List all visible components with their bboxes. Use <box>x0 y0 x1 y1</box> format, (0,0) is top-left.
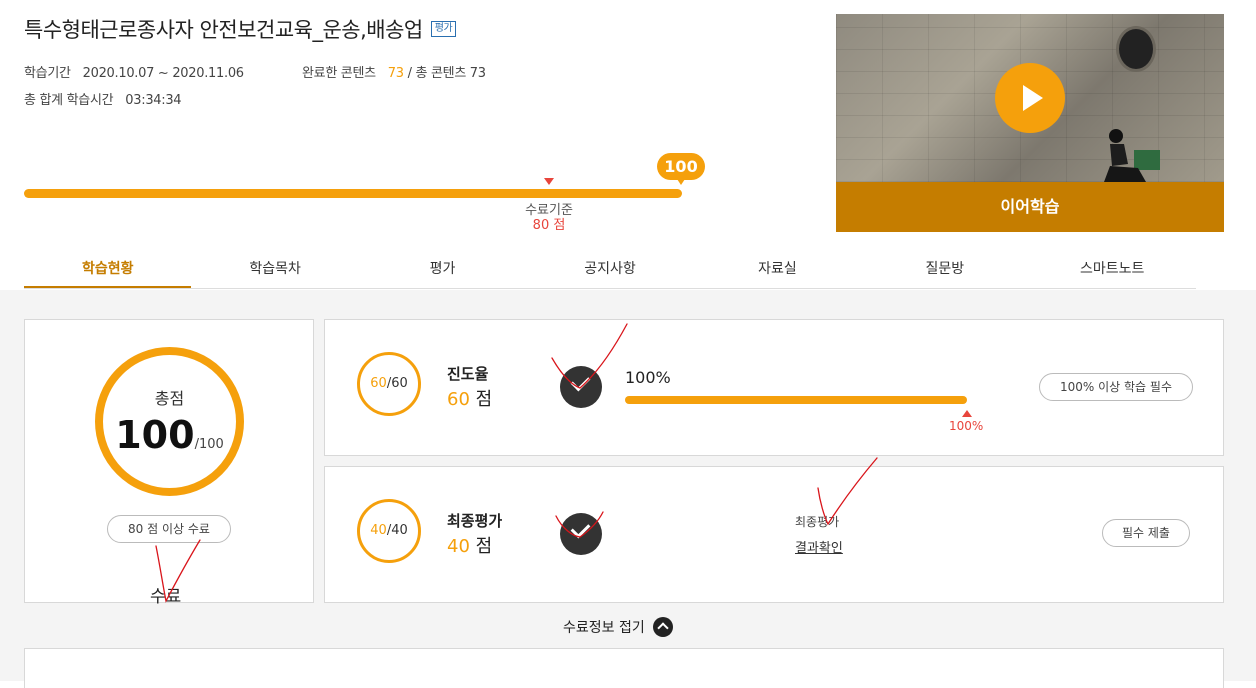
tab-study-status[interactable]: 학습현황 <box>24 250 192 288</box>
final-score-got: 40 <box>370 523 387 538</box>
total-score-max: /100 <box>194 437 224 452</box>
total-score-label: 총점 <box>154 389 185 408</box>
progress-rate-score: 60 점 <box>447 385 492 411</box>
tab-resources[interactable]: 자료실 <box>694 250 861 288</box>
course-tag-badge: 평가 <box>430 21 457 37</box>
progress-bubble-tail <box>677 179 685 185</box>
criteria-label: 수료기준 80 점 <box>510 203 588 233</box>
progress-rate-title: 진도율 <box>447 365 489 383</box>
completion-requirement-badge: 80 점 이상 수료 <box>107 515 231 543</box>
completion-status: 수료 <box>150 587 182 607</box>
study-period-label: 학습기간 <box>24 66 71 81</box>
chevron-up-icon[interactable] <box>652 617 673 637</box>
tab-table-of-contents[interactable]: 학습목차 <box>191 250 358 288</box>
final-evaluation-card: 40/40 최종평가 40 점 최종평가 결과확인 필수 제출 <box>324 466 1224 603</box>
final-score-max: /40 <box>386 523 408 538</box>
course-tabs: 학습현황 학습목차 평가 공지사항 자료실 질문방 스마트노트 <box>24 250 1196 289</box>
progress-percent-label: 100% <box>625 368 671 387</box>
progress-score-max: /60 <box>386 376 408 391</box>
view-result-link[interactable]: 결과확인 <box>795 537 843 556</box>
total-score-box: 총점 100/100 80 점 이상 수료 수료 <box>24 319 314 607</box>
completed-label: 완료한 콘텐츠 <box>302 66 376 81</box>
completion-info-panel <box>24 648 1224 688</box>
submission-required-badge: 필수 제출 <box>1102 519 1190 547</box>
delivery-rider-icon <box>1104 129 1160 182</box>
final-evaluation-title: 최종평가 <box>447 512 503 530</box>
total-score-ring: 총점 100/100 <box>95 347 244 496</box>
progress-score-got: 60 <box>370 376 387 391</box>
course-header: 특수형태근로종사자 안전보건교육_운송,배송업 평가 학습기간 2020.10.0… <box>0 0 1256 290</box>
criteria-label-text: 수료기준 <box>525 203 573 218</box>
course-title-text: 특수형태근로종사자 안전보건교육_운송,배송업 <box>24 18 423 42</box>
study-time-value: 03:34:34 <box>125 93 182 108</box>
total-score-value: 100 <box>115 413 195 457</box>
tab-smart-note[interactable]: 스마트노트 <box>1029 250 1196 288</box>
collapse-completion-info[interactable]: 수료정보 접기 <box>563 617 673 637</box>
progress-check-icon <box>560 366 602 408</box>
progress-bubble: 100 <box>657 153 705 180</box>
play-button[interactable] <box>995 63 1065 133</box>
final-evaluation-score: 40 점 <box>447 532 492 558</box>
criteria-value: 80 점 <box>532 218 566 233</box>
wall-window-shape <box>1116 26 1156 72</box>
completed-value: 73 <box>387 66 404 81</box>
study-period: 학습기간 2020.10.07 ~ 2020.11.06 <box>24 62 244 81</box>
completed-contents: 완료한 콘텐츠 73 / 총 콘텐츠 73 <box>302 62 486 81</box>
final-evaluation-label: 최종평가 <box>795 515 840 529</box>
total-study-time: 총 합계 학습시간 03:34:34 <box>24 89 182 108</box>
criteria-marker-icon <box>544 178 554 185</box>
progress-rate-score-value: 60 <box>447 389 470 410</box>
thumbnail-image <box>836 14 1224 182</box>
progress-percent-bar <box>625 396 967 404</box>
resume-study-button[interactable]: 이어학습 <box>836 182 1224 232</box>
progress-rate-card: 60/60 진도율 60 점 100% 100% 100% 이상 학습 필수 <box>324 319 1224 456</box>
course-progress-bar <box>24 189 682 198</box>
collapse-label: 수료정보 접기 <box>563 620 645 636</box>
lecture-video-thumbnail[interactable]: 이어학습 <box>836 14 1224 232</box>
tab-notices[interactable]: 공지사항 <box>526 250 693 288</box>
total-contents: / 총 콘텐츠 73 <box>407 66 486 81</box>
progress-requirement-marker-icon <box>962 410 972 417</box>
study-time-label: 총 합계 학습시간 <box>24 93 114 108</box>
progress-requirement-badge: 100% 이상 학습 필수 <box>1039 373 1193 401</box>
final-score-ring: 40/40 <box>357 499 421 563</box>
tab-evaluation[interactable]: 평가 <box>359 250 526 288</box>
tab-questions[interactable]: 질문방 <box>861 250 1028 288</box>
final-check-icon <box>560 513 602 555</box>
final-evaluation-score-value: 40 <box>447 536 470 557</box>
progress-score-ring: 60/60 <box>357 352 421 416</box>
progress-rate-score-unit: 점 <box>475 389 493 410</box>
study-period-value: 2020.10.07 ~ 2020.11.06 <box>82 66 244 81</box>
final-evaluation-score-unit: 점 <box>475 536 493 557</box>
study-status-panel: 총점 100/100 80 점 이상 수료 수료 60/60 진도율 60 점 … <box>0 290 1256 688</box>
progress-requirement-marker-label: 100% <box>949 419 984 433</box>
course-title: 특수형태근로종사자 안전보건교육_운송,배송업 평가 <box>24 14 457 44</box>
